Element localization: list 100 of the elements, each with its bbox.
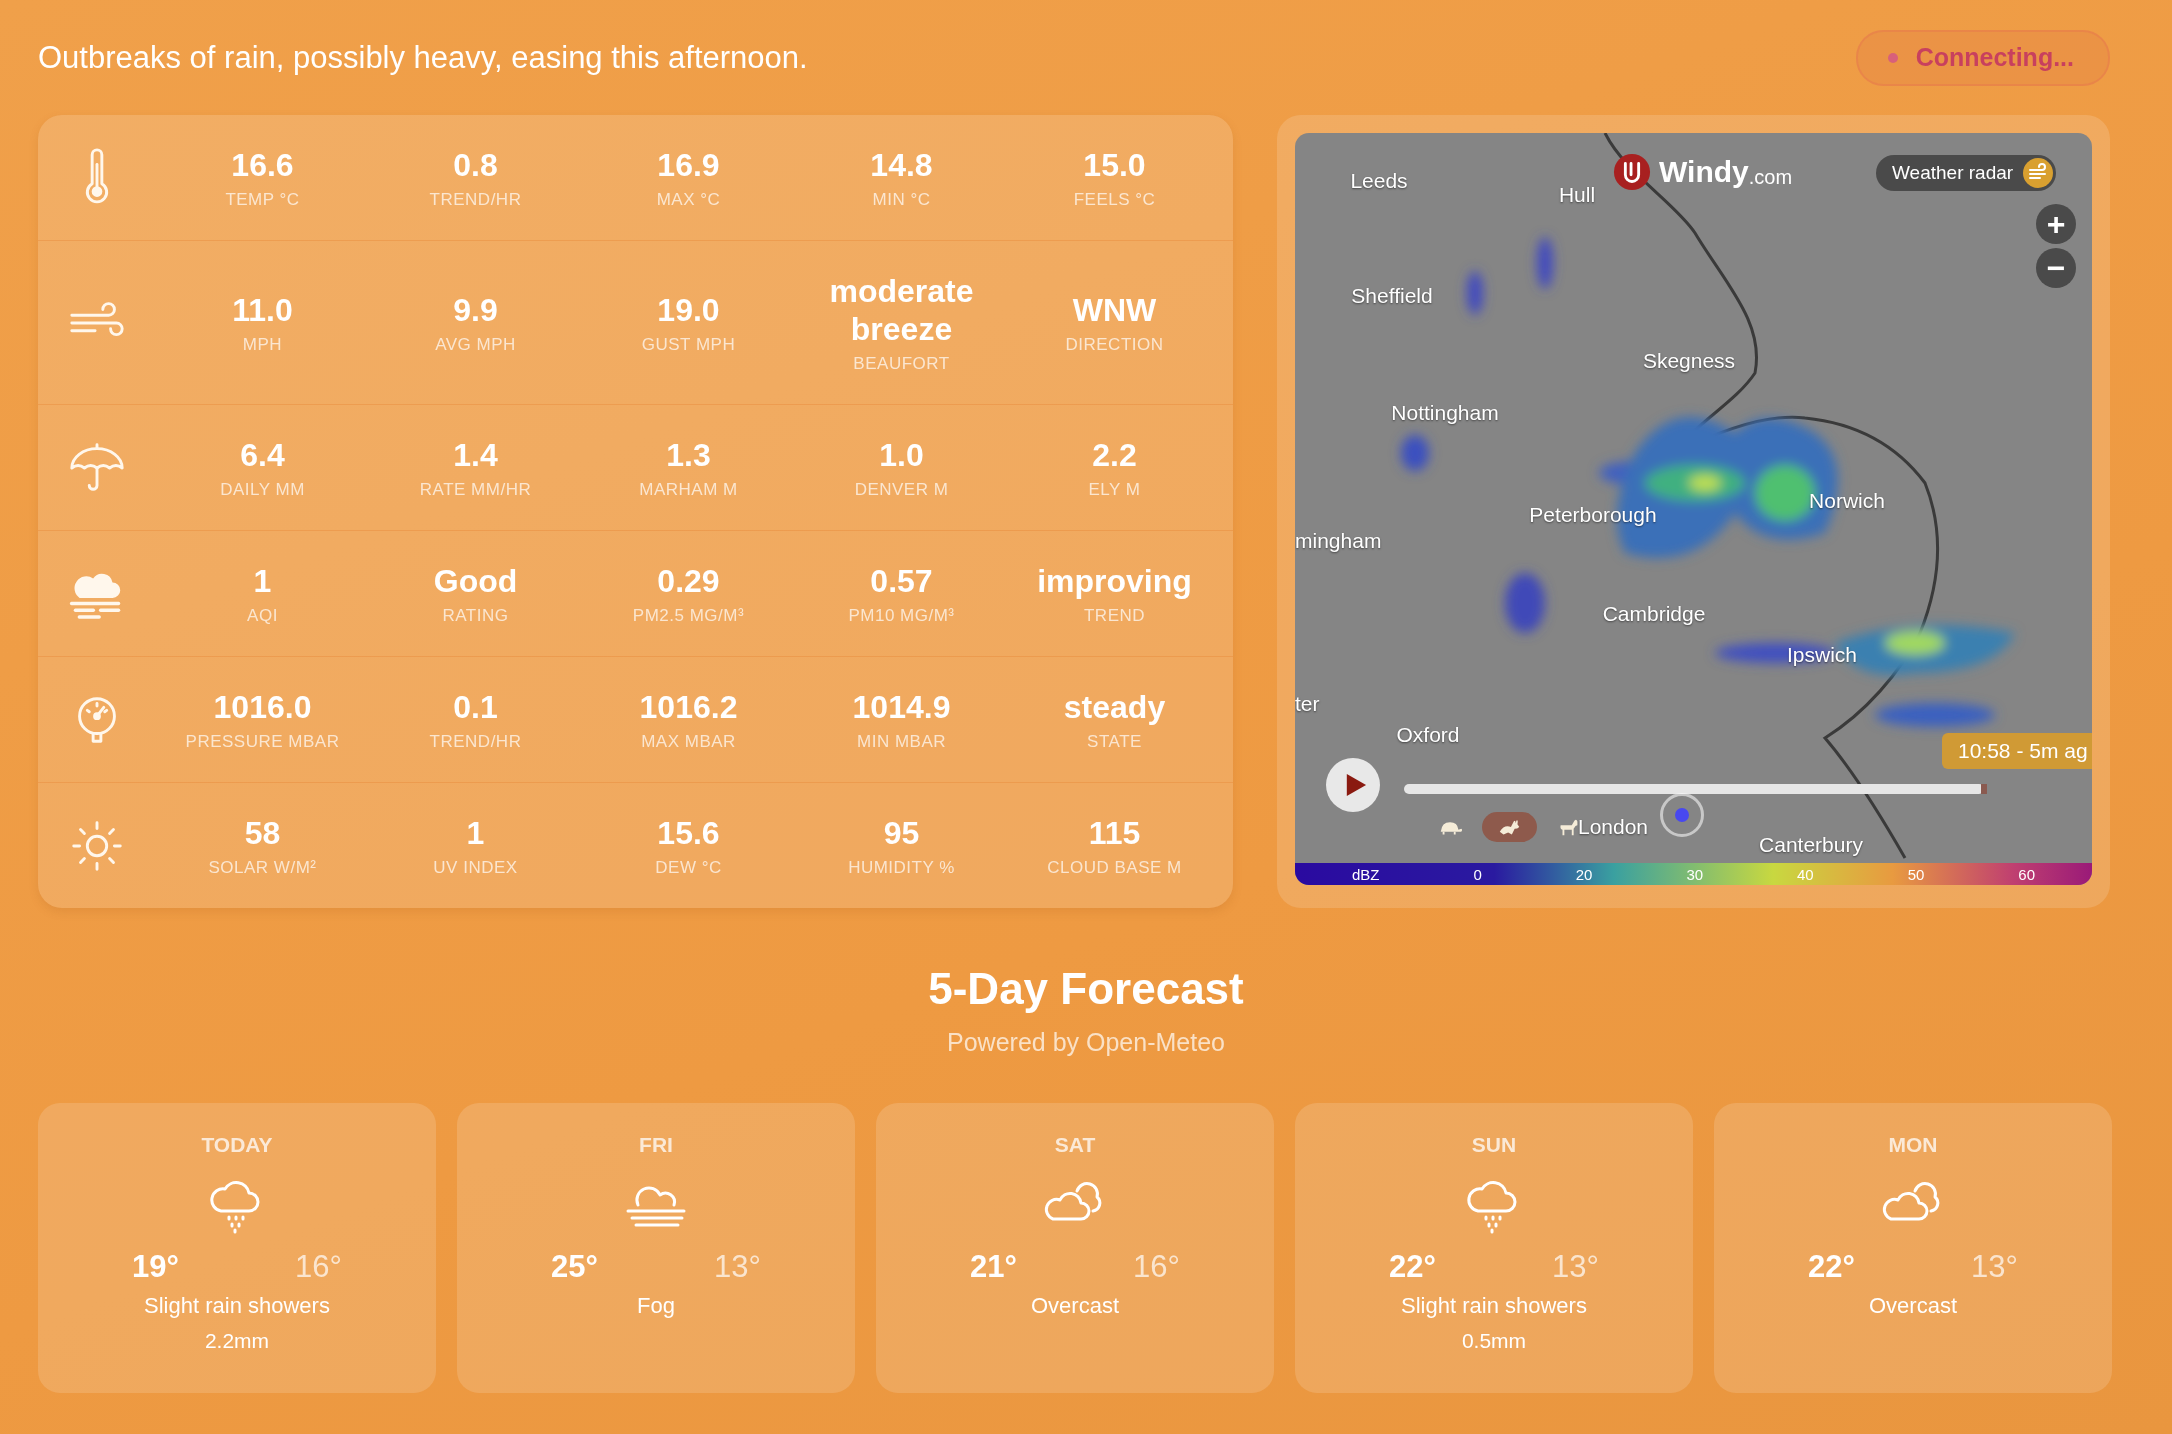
stat-label: PRESSURE MBAR xyxy=(185,731,340,752)
place-label: mingham xyxy=(1295,529,1382,553)
scale-label: 30 xyxy=(1686,865,1704,883)
stat-label: RATE MM/HR xyxy=(419,479,532,500)
stat-value: 0.29 xyxy=(657,561,720,600)
stat-value: moderate breeze xyxy=(828,271,975,348)
stat-value: 1 xyxy=(466,813,485,852)
day-label: FRI xyxy=(639,1133,673,1157)
precipitation: 0.5mm xyxy=(1461,1329,1527,1353)
stat-value: 1014.9 xyxy=(852,687,951,726)
weather-description: Overcast xyxy=(1869,1293,1957,1319)
stat-label: GUST MPH xyxy=(641,334,736,355)
place-label: Ipswich xyxy=(1787,643,1857,667)
low-temp: 13° xyxy=(1552,1249,1599,1285)
stat-value: Good xyxy=(433,561,518,600)
brand-name: Windy xyxy=(1659,155,1749,189)
stat-value: 1 xyxy=(253,561,272,600)
stat-value: 2.2 xyxy=(1092,435,1137,474)
precipitation: 2.2mm xyxy=(204,1329,270,1353)
scale-label: 60 xyxy=(2018,865,2035,883)
stat-label: ELY M xyxy=(1088,479,1141,500)
high-temp: 21° xyxy=(970,1249,1017,1285)
windy-logo-icon xyxy=(1613,153,1651,191)
place-label: Nottingham xyxy=(1391,401,1499,425)
time-tooltip: 10:58 - 5m ag xyxy=(1942,733,2092,769)
speed-button[interactable] xyxy=(1482,812,1537,842)
stat-value: 0.1 xyxy=(453,687,498,726)
weather-description: Overcast xyxy=(1031,1293,1119,1319)
stat-value: 11.0 xyxy=(232,290,293,329)
stat-label: CLOUD BASE M xyxy=(1047,857,1182,878)
stat-label: MARHAM M xyxy=(639,479,738,500)
stat-label: DIRECTION xyxy=(1065,334,1164,355)
stat-value: 16.9 xyxy=(657,145,720,184)
stat-label: MPH xyxy=(242,334,283,355)
stat-value: 1016.0 xyxy=(213,687,312,726)
stat-label: FEELS °C xyxy=(1073,189,1156,210)
stat-label: MIN MBAR xyxy=(857,731,946,752)
scale-label: 50 xyxy=(1907,865,1925,883)
forecast-title: 5-Day Forecast xyxy=(928,964,1244,1014)
location-marker xyxy=(1660,793,1704,837)
connection-status: Connecting... xyxy=(1855,29,2110,86)
place-label: London xyxy=(1577,815,1649,839)
stat-label: PM2.5 MG/M³ xyxy=(632,605,745,626)
stat-label: MAX MBAR xyxy=(641,731,736,752)
day-label: MON xyxy=(1888,1133,1938,1157)
weather-summary: Outbreaks of rain, possibly heavy, easing this afternoon. xyxy=(38,39,808,76)
stat-value: 0.57 xyxy=(870,561,933,600)
stat-label: PM10 MG/M³ xyxy=(848,605,955,626)
stat-label: UV INDEX xyxy=(433,857,518,878)
stat-value: 1.0 xyxy=(879,435,924,474)
stat-value: improving xyxy=(1037,561,1192,600)
place-label: Leeds xyxy=(1350,169,1408,193)
stat-value: 95 xyxy=(883,813,920,852)
stat-label: AVG MPH xyxy=(435,334,516,355)
stat-value: 115 xyxy=(1088,813,1141,852)
stat-value: 16.6 xyxy=(231,145,294,184)
stat-label: SOLAR W/M² xyxy=(208,857,317,878)
stat-label: AQI xyxy=(247,605,278,626)
scale-unit: dBZ xyxy=(1351,865,1380,883)
forecast-subtitle: Powered by Open-Meteo xyxy=(947,1028,1225,1057)
day-label: TODAY xyxy=(201,1133,273,1157)
stat-label: TREND/HR xyxy=(429,731,522,752)
scale-label: 40 xyxy=(1797,865,1814,883)
high-temp: 22° xyxy=(1808,1249,1855,1285)
stat-label: DEW °C xyxy=(655,857,722,878)
zoom-out-button[interactable]: − xyxy=(2036,248,2076,288)
stat-value: 15.6 xyxy=(657,813,720,852)
stat-value: WNW xyxy=(1072,290,1157,329)
place-label: Skegness xyxy=(1642,349,1736,373)
play-icon xyxy=(1344,773,1367,797)
stat-label: DAILY MM xyxy=(220,479,305,500)
play-button[interactable] xyxy=(1326,758,1380,812)
stat-label: BEAUFORT xyxy=(853,353,950,374)
day-label: SAT xyxy=(1054,1133,1096,1157)
scale-label: 20 xyxy=(1575,865,1593,883)
place-label: Oxford xyxy=(1396,723,1460,747)
stat-value: 14.8 xyxy=(870,145,933,184)
low-temp: 13° xyxy=(1971,1249,2018,1285)
weather-description: Slight rain showers xyxy=(1401,1293,1587,1319)
high-temp: 25° xyxy=(551,1249,598,1285)
stat-label: HUMIDITY % xyxy=(848,857,955,878)
place-label: Sheffield xyxy=(1351,284,1433,308)
stat-value: 0.8 xyxy=(453,145,498,184)
low-temp: 16° xyxy=(1133,1249,1180,1285)
stat-value: 15.0 xyxy=(1083,145,1146,184)
stat-label: TREND/HR xyxy=(429,189,522,210)
stat-value: 1016.2 xyxy=(639,687,738,726)
low-temp: 13° xyxy=(714,1249,761,1285)
place-label: ter xyxy=(1295,692,1320,716)
zoom-in-button[interactable]: + xyxy=(2036,204,2076,244)
timeline-thumb[interactable] xyxy=(1981,784,1987,794)
weather-description: Slight rain showers xyxy=(144,1293,330,1319)
layer-button[interactable]: Weather radar xyxy=(1876,155,2057,191)
stat-value: 1.3 xyxy=(666,435,711,474)
stat-value: steady xyxy=(1063,687,1166,726)
timeline-slider[interactable] xyxy=(1404,784,1984,794)
stat-value: 9.9 xyxy=(453,290,498,329)
stat-value: 19.0 xyxy=(657,290,720,329)
place-label: Hull xyxy=(1558,183,1596,207)
stat-label: TEMP °C xyxy=(225,189,300,210)
